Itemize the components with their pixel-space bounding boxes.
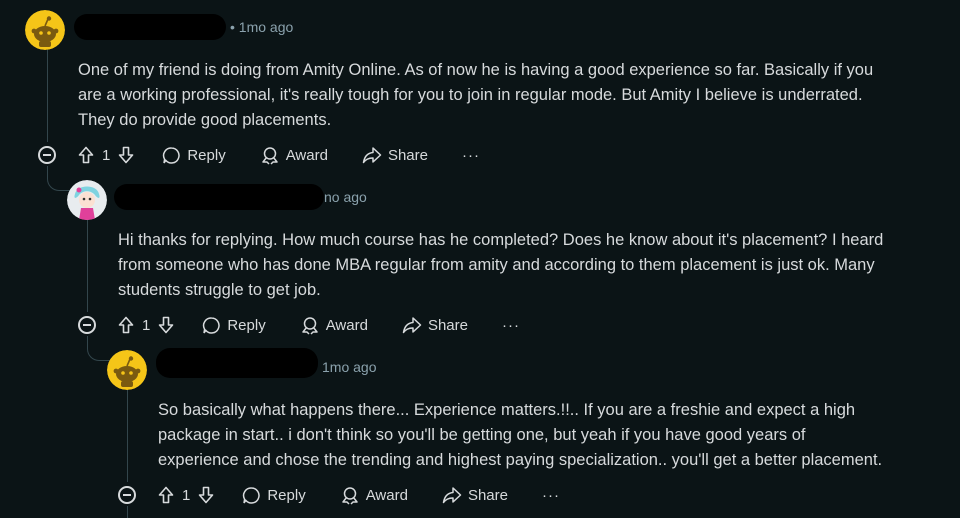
share-arrow-icon <box>362 147 382 164</box>
more-options-button[interactable]: ··· <box>542 487 560 504</box>
comment-timestamp[interactable]: 1mo ago <box>322 359 376 375</box>
redacted-username[interactable] <box>74 14 226 40</box>
minus-circle-icon[interactable] <box>38 146 56 164</box>
vote-group: 1 <box>118 316 174 334</box>
avatar[interactable] <box>107 350 147 390</box>
vote-count: 1 <box>102 146 111 164</box>
arrow-up-icon[interactable] <box>118 316 134 334</box>
share-button[interactable]: Share <box>402 316 468 334</box>
more-options-button[interactable]: ··· <box>502 317 520 334</box>
comment-actions: 1 Reply Award Share ··· <box>38 141 480 169</box>
share-button[interactable]: Share <box>362 146 428 164</box>
award-icon <box>261 146 278 165</box>
comment-body: So basically what happens there... Exper… <box>158 401 883 469</box>
comment-actions: 1 Reply Award Share ··· <box>118 481 560 509</box>
arrow-up-icon[interactable] <box>158 486 174 504</box>
vote-count: 1 <box>182 486 191 504</box>
reply-button[interactable]: Reply <box>162 146 226 165</box>
share-arrow-icon <box>402 317 422 334</box>
thread-line <box>127 388 128 482</box>
avatar[interactable] <box>25 10 65 50</box>
speech-bubble-icon <box>203 316 220 334</box>
minus-circle-icon[interactable] <box>78 316 96 334</box>
redacted-username[interactable] <box>156 348 318 378</box>
award-button[interactable]: Award <box>260 146 328 165</box>
arrow-down-icon[interactable] <box>198 486 214 504</box>
reply-button[interactable]: Reply <box>202 316 266 335</box>
comment-body: One of my friend is doing from Amity Onl… <box>78 61 874 129</box>
comment-body: Hi thanks for replying. How much course … <box>118 231 884 299</box>
award-icon <box>341 486 358 505</box>
speech-bubble-icon <box>243 486 260 504</box>
custom-avatar-icon <box>67 180 107 220</box>
comment-actions: 1 Reply Award Share ··· <box>78 311 520 339</box>
award-button[interactable]: Award <box>340 486 408 505</box>
speech-bubble-icon <box>163 146 180 164</box>
arrow-up-icon[interactable] <box>78 146 94 164</box>
reply-button[interactable]: Reply <box>242 486 306 505</box>
avatar[interactable] <box>67 180 107 220</box>
redacted-username[interactable] <box>114 184 324 210</box>
arrow-down-icon[interactable] <box>158 316 174 334</box>
comment-timestamp[interactable]: • 1mo ago <box>230 19 293 35</box>
award-button[interactable]: Award <box>300 316 368 335</box>
snoo-avatar-icon <box>25 10 65 50</box>
thread-connector <box>47 166 70 191</box>
vote-group: 1 <box>78 146 134 164</box>
thread-line <box>47 48 48 142</box>
share-button[interactable]: Share <box>442 486 508 504</box>
vote-group: 1 <box>158 486 214 504</box>
share-arrow-icon <box>442 487 462 504</box>
award-icon <box>301 316 318 335</box>
more-options-button[interactable]: ··· <box>462 147 480 164</box>
thread-line <box>87 218 88 312</box>
vote-count: 1 <box>142 316 151 334</box>
comment-timestamp[interactable]: no ago <box>324 189 367 205</box>
snoo-avatar-icon <box>107 350 147 390</box>
thread-connector <box>87 336 110 361</box>
arrow-down-icon[interactable] <box>118 146 134 164</box>
minus-circle-icon[interactable] <box>118 486 136 504</box>
